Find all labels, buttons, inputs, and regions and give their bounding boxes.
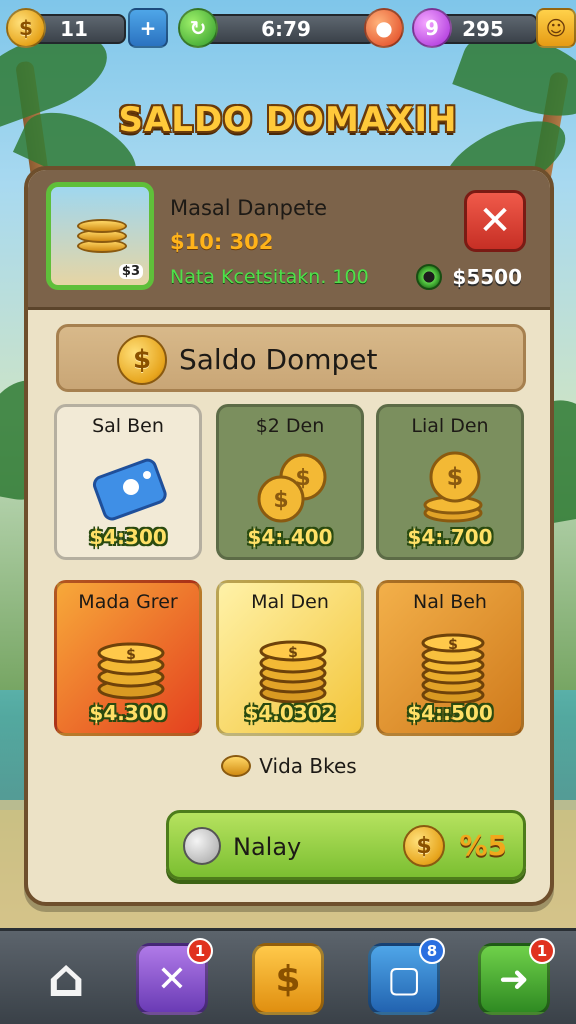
card-icon bbox=[92, 458, 167, 521]
wallet-banner: $ Saldo Dompet bbox=[56, 324, 526, 392]
wallet-label: Saldo Dompet bbox=[179, 343, 378, 376]
svg-text:$: $ bbox=[273, 488, 288, 513]
balance-value: $5500 bbox=[452, 265, 522, 289]
plus-icon[interactable]: + bbox=[128, 8, 168, 48]
page-title: SALDO DOMAXIH bbox=[118, 100, 458, 140]
thumb-badge: $3 bbox=[118, 264, 143, 279]
item-name: Mal Den bbox=[251, 591, 329, 613]
svg-text:$: $ bbox=[448, 637, 458, 653]
coin-pile-icon: $ bbox=[423, 451, 483, 523]
coin-stack-icon: $ bbox=[259, 640, 327, 703]
screen-icon[interactable]: ▢ 8 bbox=[368, 938, 445, 1015]
coin-stack-icon bbox=[77, 217, 127, 257]
notification-badge: 1 bbox=[529, 938, 555, 964]
item-name: Nal Beh bbox=[413, 591, 487, 613]
pay-amount: %5 bbox=[459, 829, 507, 862]
panel-header: $3 Masal Danpete $10: 302 Nata Kcetsitak… bbox=[28, 170, 550, 310]
pin-icon[interactable]: ● bbox=[364, 8, 404, 48]
item-price: $4.300 bbox=[89, 701, 167, 725]
close-button[interactable]: ✕ bbox=[464, 190, 526, 252]
silver-coin-icon bbox=[183, 827, 221, 865]
coin-count: 11 bbox=[60, 17, 88, 41]
gem-count: 295 bbox=[462, 17, 504, 41]
sword-icon[interactable]: ✕ 1 bbox=[136, 938, 213, 1015]
coin-stack-icon: $ bbox=[97, 642, 165, 700]
coin-icon: $ bbox=[6, 8, 46, 48]
item-subtitle: Nata Kcetsitakn. 100 bbox=[170, 266, 369, 288]
timer-text: 6:79 bbox=[261, 17, 311, 41]
shop-panel: $3 Masal Danpete $10: 302 Nata Kcetsitak… bbox=[24, 166, 554, 906]
pay-label: Nalay bbox=[233, 833, 302, 861]
item-name: Lial Den bbox=[411, 415, 489, 437]
coin-icon: $ bbox=[117, 335, 167, 385]
shop-item[interactable]: Mada Grer $ $4.300 bbox=[54, 580, 202, 736]
svg-text:$: $ bbox=[447, 463, 464, 491]
refresh-icon[interactable]: ↻ bbox=[178, 8, 218, 48]
balance-display: $5500 bbox=[416, 264, 522, 290]
coin-bag-icon bbox=[221, 755, 252, 777]
top-hud: 11 $ + 6:79 ↻ ● 295 9 ☺ bbox=[0, 6, 576, 50]
close-icon: ✕ bbox=[478, 198, 512, 244]
item-price: $4::500 bbox=[407, 701, 493, 725]
item-thumbnail: $3 bbox=[46, 182, 154, 290]
pay-button[interactable]: Nalay $ %5 bbox=[166, 810, 526, 880]
balance-icon bbox=[416, 264, 443, 290]
coin-stack-icon: $ bbox=[421, 633, 485, 703]
arrow-icon[interactable]: ➜ 1 bbox=[478, 938, 555, 1015]
coin-icon: $ bbox=[403, 825, 445, 867]
shop-item[interactable]: Nal Beh $ $4::500 bbox=[376, 580, 524, 736]
timer-bar: 6:79 bbox=[196, 14, 376, 44]
more-link[interactable]: Vida Bkes bbox=[28, 754, 550, 778]
svg-text:$: $ bbox=[126, 647, 136, 663]
item-name: Masal Danpete bbox=[170, 196, 328, 220]
home-icon[interactable]: ⌂ bbox=[30, 943, 102, 1015]
item-price: $4:.400 bbox=[247, 525, 333, 549]
bottom-nav: ⌂ ✕ 1 $ ▢ 8 ➜ 1 bbox=[0, 928, 576, 1024]
item-price: $4:.700 bbox=[407, 525, 493, 549]
item-price: $10: 302 bbox=[170, 230, 274, 254]
shop-item[interactable]: Lial Den $ $4:.700 bbox=[376, 404, 524, 560]
item-name: Mada Grer bbox=[78, 591, 178, 613]
more-link-label: Vida Bkes bbox=[259, 754, 357, 778]
notification-badge: 1 bbox=[187, 938, 213, 964]
coin-pile-icon: $ $ bbox=[257, 453, 327, 523]
shop-item[interactable]: Sal Ben $4:300 bbox=[54, 404, 202, 560]
level-badge: 9 bbox=[412, 8, 452, 48]
shop-item[interactable]: Mal Den $ $4.0302 bbox=[216, 580, 364, 736]
treasure-icon[interactable]: ☺ bbox=[536, 8, 576, 48]
item-price: $4:300 bbox=[89, 525, 167, 549]
item-name: Sal Ben bbox=[92, 415, 164, 437]
coin-icon[interactable]: $ bbox=[252, 943, 324, 1015]
item-price: $4.0302 bbox=[244, 701, 336, 725]
notification-badge: 8 bbox=[419, 938, 445, 964]
shop-item[interactable]: $2 Den $ $ $4:.400 bbox=[216, 404, 364, 560]
item-name: $2 Den bbox=[255, 415, 325, 437]
svg-text:$: $ bbox=[288, 645, 298, 661]
